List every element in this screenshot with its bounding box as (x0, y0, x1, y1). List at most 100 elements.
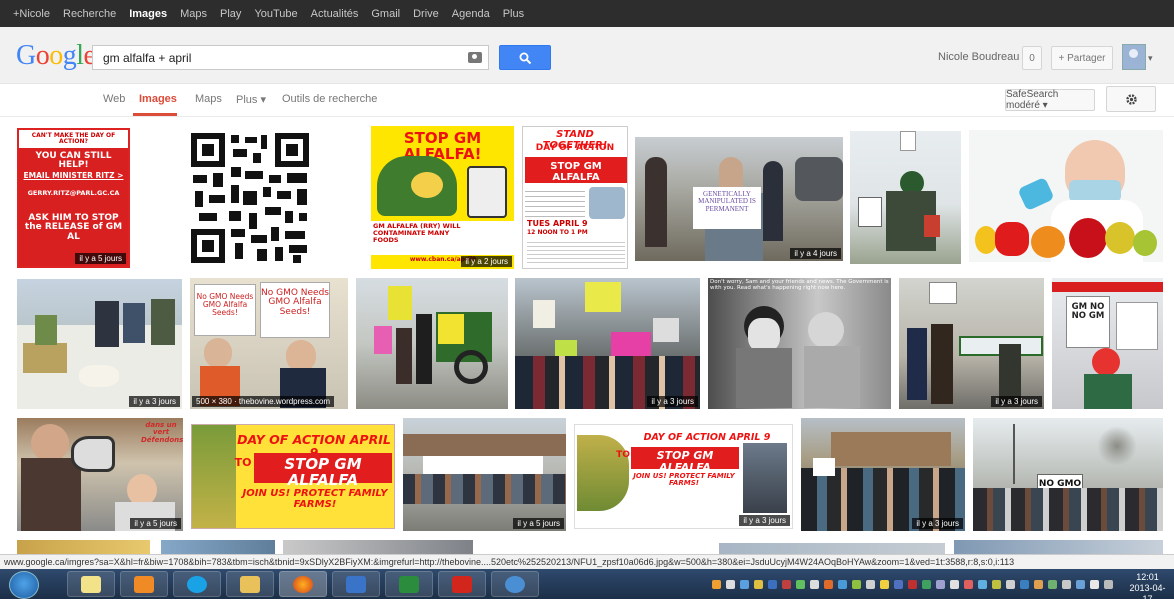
tab-web[interactable]: Web (103, 93, 125, 105)
tray-icon[interactable] (740, 580, 749, 589)
tray-icon[interactable] (880, 580, 889, 589)
search-box[interactable] (92, 45, 489, 70)
image-result[interactable] (173, 127, 328, 269)
image-result[interactable]: STAND TOGETHER! DAY OF ACTION STOP GM AL… (522, 126, 628, 269)
image-result[interactable]: DAY OF ACTION APRIL 9 TO STOP GM ALFALFA… (191, 424, 395, 529)
image-result[interactable]: il y a 3 jours (899, 278, 1044, 409)
internet-explorer-icon (505, 576, 525, 593)
gbar-item-recherche[interactable]: Recherche (63, 8, 116, 20)
taskbar-app-excel[interactable] (385, 571, 433, 597)
image-result[interactable] (283, 540, 473, 554)
tray-icon[interactable] (922, 580, 931, 589)
gbar-item-plus[interactable]: Plus (503, 8, 524, 20)
volume-icon[interactable] (1090, 580, 1099, 589)
tray-icon[interactable] (992, 580, 1001, 589)
google-logo[interactable]: Google (16, 40, 96, 72)
settings-button[interactable] (1106, 86, 1156, 112)
chevron-down-icon[interactable]: ▾ (1148, 53, 1153, 64)
image-result[interactable]: STOP GM ALFALFA! GM ALFALFA (RRY) WILL C… (371, 126, 514, 269)
image-result[interactable]: dans un vert Défendons il y a 5 jours (17, 418, 183, 531)
tray-icon[interactable] (978, 580, 987, 589)
tab-plus[interactable]: Plus ▾ (236, 93, 266, 106)
skype-icon (187, 576, 207, 593)
tray-icon[interactable] (1034, 580, 1043, 589)
gbar-item-youtube[interactable]: YouTube (254, 8, 297, 20)
taskbar-app-firefox[interactable] (279, 571, 327, 597)
image-result[interactable] (850, 131, 961, 264)
tray-icon[interactable] (894, 580, 903, 589)
thumb-title: TO (616, 450, 630, 460)
taskbar-app-outlook[interactable] (332, 571, 380, 597)
taskbar-app-skype[interactable] (173, 571, 221, 597)
image-result[interactable]: Don't worry, Sam and your friends and ne… (708, 278, 891, 409)
image-result[interactable] (17, 540, 150, 554)
image-result[interactable]: GM NO NO GM (1052, 278, 1163, 409)
taskbar-app-explorer[interactable] (226, 571, 274, 597)
tray-icon[interactable] (1006, 580, 1015, 589)
image-result[interactable] (356, 278, 508, 409)
search-header: Google Nicole Boudreau 0 + Partager ▾ (0, 27, 1174, 84)
tray-icon[interactable] (1048, 580, 1057, 589)
image-result[interactable]: il y a 3 jours (801, 418, 965, 531)
network-icon[interactable] (1104, 580, 1113, 589)
image-result[interactable] (161, 540, 275, 554)
notifications-button[interactable]: 0 (1022, 46, 1042, 70)
tab-search-tools[interactable]: Outils de recherche (282, 93, 377, 105)
gbar-item-maps[interactable]: Maps (180, 8, 207, 20)
tray-icon[interactable] (838, 580, 847, 589)
safesearch-dropdown[interactable]: SafeSearch modéré ▾ (1005, 89, 1095, 111)
thumb-sign: GM NO NO GM (1066, 296, 1110, 348)
search-button[interactable] (499, 45, 551, 70)
tray-icon[interactable] (796, 580, 805, 589)
taskbar-clock[interactable]: 12:01 2013-04-17 (1125, 572, 1170, 605)
gbar-item-actualites[interactable]: Actualités (311, 8, 359, 20)
share-button[interactable]: + Partager (1051, 46, 1113, 70)
taskbar-app-notes[interactable] (67, 571, 115, 597)
camera-icon[interactable] (468, 52, 482, 63)
taskbar-app-media[interactable] (120, 571, 168, 597)
tray-icon[interactable] (1062, 580, 1071, 589)
image-result[interactable]: NO GMO (973, 418, 1163, 531)
tray-icon[interactable] (824, 580, 833, 589)
tray-icon[interactable] (768, 580, 777, 589)
start-button[interactable] (9, 571, 39, 599)
gbar-item-play[interactable]: Play (220, 8, 241, 20)
tray-icon[interactable] (726, 580, 735, 589)
tab-maps[interactable]: Maps (195, 93, 222, 105)
image-result[interactable]: il y a 3 jours (17, 279, 182, 409)
gbar-item-drive[interactable]: Drive (413, 8, 439, 20)
tray-icon[interactable] (754, 580, 763, 589)
tab-images[interactable]: Images (139, 93, 177, 105)
image-result[interactable]: DAY OF ACTION APRIL 9 TO STOP GM ALFALFA… (574, 424, 793, 529)
tray-icon[interactable] (852, 580, 861, 589)
gbar-item-agenda[interactable]: Agenda (452, 8, 490, 20)
search-input[interactable] (101, 50, 465, 66)
gbar-item-images[interactable]: Images (129, 8, 167, 20)
image-result[interactable] (954, 540, 1163, 554)
tray-icon[interactable] (782, 580, 791, 589)
image-result[interactable]: CAN'T MAKE THE DAY OF ACTION? YOU CAN ST… (17, 128, 130, 268)
tray-icon[interactable] (936, 580, 945, 589)
image-results-grid: CAN'T MAKE THE DAY OF ACTION? YOU CAN ST… (0, 118, 1174, 554)
tray-icon[interactable] (1020, 580, 1029, 589)
image-result[interactable] (969, 130, 1163, 262)
tray-icon[interactable] (1076, 580, 1085, 589)
image-result[interactable]: No GMO Needs GMO Alfalfa Seeds! No GMO N… (190, 278, 348, 409)
tray-icon[interactable] (810, 580, 819, 589)
avatar[interactable] (1122, 44, 1146, 70)
tray-icon[interactable] (950, 580, 959, 589)
gbar-item-nicole[interactable]: +Nicole (13, 8, 50, 20)
taskbar-app-acrobat[interactable] (438, 571, 486, 597)
image-result[interactable]: GENETICALLY MANIPULATED IS PERMANENT il … (635, 137, 843, 261)
gbar-item-gmail[interactable]: Gmail (371, 8, 400, 20)
image-result[interactable] (719, 543, 945, 554)
tray-icon[interactable] (964, 580, 973, 589)
tray-icon[interactable] (908, 580, 917, 589)
tray-icon[interactable] (866, 580, 875, 589)
tray-icon[interactable] (712, 580, 721, 589)
image-result[interactable]: il y a 3 jours (515, 278, 700, 409)
result-age: il y a 4 jours (790, 248, 841, 259)
taskbar-app-browser[interactable] (491, 571, 539, 597)
user-name[interactable]: Nicole Boudreau (938, 51, 1019, 63)
image-result[interactable]: il y a 5 jours (403, 418, 566, 531)
